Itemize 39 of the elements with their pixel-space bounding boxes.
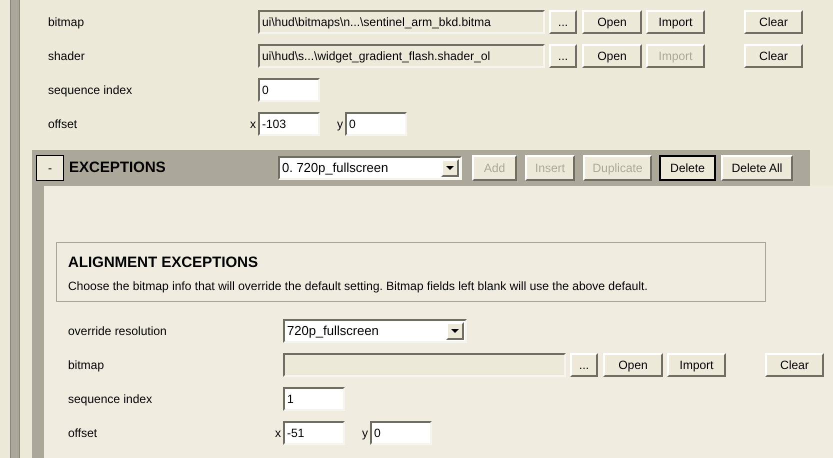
collapse-button[interactable]: - [36,155,64,181]
group-description: Choose the bitmap info that will override the default setting. Bitmap fields left blank will use the above default. [68,278,649,295]
path-field[interactable]: ui\hud\s...\widget_gradient_flash.shader_ol [258,44,545,68]
path-field[interactable]: ui\hud\bitmaps\n...\sentinel_arm_bkd.bitma [258,10,545,34]
button[interactable]: Delete [659,155,716,181]
y-field[interactable]: 0 [345,112,407,136]
button[interactable]: Open [603,353,663,377]
axis-label: x [274,425,281,442]
field-label: offset [68,425,98,442]
axis-label: y [361,425,368,442]
field-label: offset [48,116,78,133]
button[interactable]: Clear [744,44,803,68]
dropdown[interactable]: 0. 720p_fullscreen [278,156,462,180]
field-label: override resolution [68,323,168,340]
field-label: shader [48,48,86,65]
axis-label: y [336,116,343,133]
axis-label: x [249,116,256,133]
button[interactable]: Delete All [721,155,793,181]
button[interactable]: Import [646,10,705,34]
number-field[interactable]: 1 [283,387,345,411]
dropdown[interactable]: 720p_fullscreen [283,319,467,343]
y-field[interactable]: 0 [370,421,432,445]
field-label: bitmap [48,14,86,31]
field-label: sequence index [68,391,154,408]
button[interactable]: Open [582,44,642,68]
field-label: sequence index [48,82,134,99]
x-field[interactable]: -103 [258,112,320,136]
section-title: EXCEPTIONS [69,158,167,178]
field-label: bitmap [68,357,106,374]
button[interactable]: Clear [765,353,824,377]
button[interactable]: Open [582,10,642,34]
x-field[interactable]: -51 [283,421,345,445]
browse-button[interactable]: ... [570,353,598,377]
number-field[interactable]: 0 [258,78,320,102]
browse-button[interactable]: ... [549,44,577,68]
group-title: ALIGNMENT EXCEPTIONS [68,253,260,273]
browse-button[interactable]: ... [549,10,577,34]
button[interactable]: Clear [744,10,803,34]
button[interactable]: Import [667,353,726,377]
